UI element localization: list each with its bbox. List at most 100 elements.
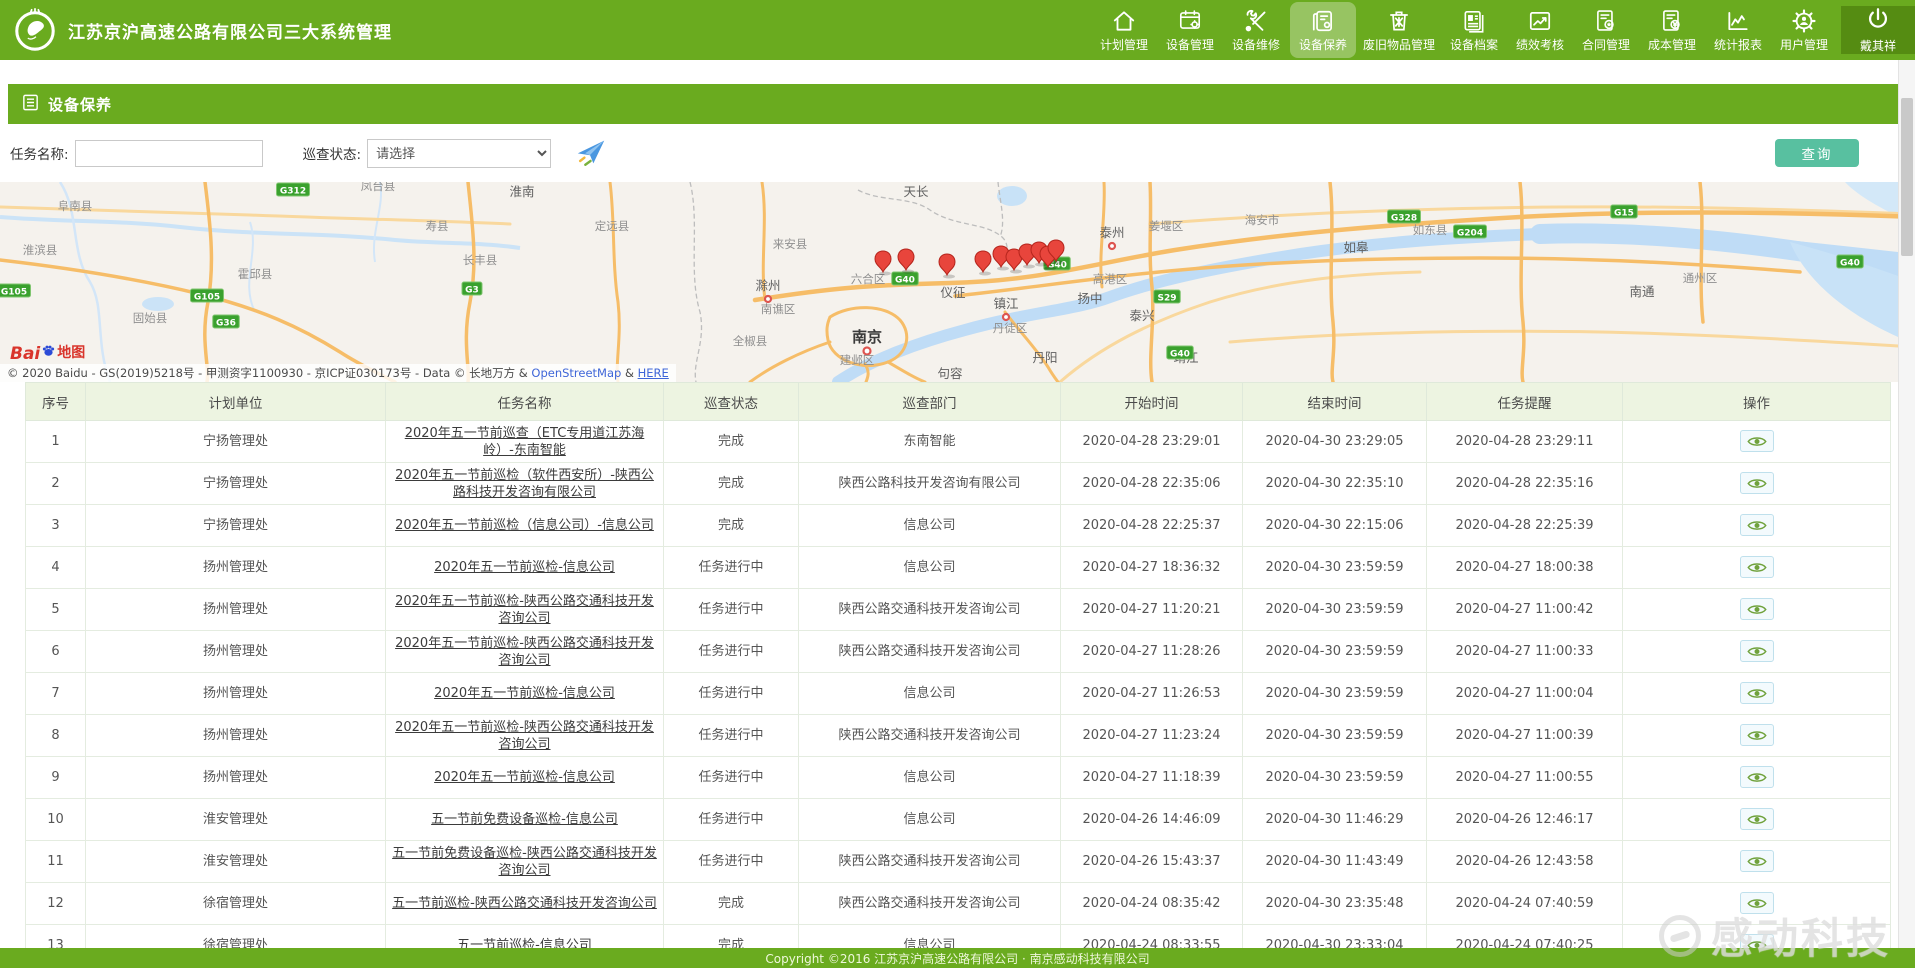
task-name-link[interactable]: 五一节前免费设备巡检-陕西公路交通科技开发咨询公司 — [392, 846, 657, 878]
view-detail-eye-button[interactable] — [1740, 892, 1774, 914]
main-nav: 计划管理设备管理设备维修设备保养废旧物品管理设备档案绩效考核合同管理成本管理统计… — [1091, 0, 1837, 60]
patrol-status-select[interactable]: 请选择 — [367, 139, 551, 168]
cell-action — [1623, 589, 1891, 631]
nav-item-设备保养[interactable]: 设备保养 — [1290, 2, 1356, 58]
cell-status: 任务进行中 — [664, 841, 799, 883]
brand: 江苏京沪高速公路有限公司三大系统管理 — [12, 7, 392, 53]
cell-no: 10 — [26, 799, 86, 841]
baidu-map[interactable]: 阜南县淮滨县凤台县淮南寿县长丰县定远县霍邱县固始县来安县天长滁州南谯区全椒县六合… — [0, 182, 1915, 382]
map-pin-icon[interactable] — [939, 254, 955, 279]
task-name-label: 任务名称: — [10, 143, 69, 163]
task-name-link[interactable]: 五一节前巡检-信息公司 — [457, 938, 592, 948]
cell-unit: 扬州管理处 — [86, 589, 386, 631]
nav-user-logout[interactable]: 戴其祥 — [1841, 6, 1915, 54]
view-detail-eye-button[interactable] — [1740, 430, 1774, 452]
view-detail-eye-button[interactable] — [1740, 850, 1774, 872]
column-header-action: 操作 — [1623, 383, 1891, 421]
baidu-paw-icon — [41, 343, 56, 362]
task-name-link[interactable]: 2020年五一节前巡检-信息公司 — [434, 770, 615, 785]
cell-no: 3 — [26, 505, 86, 547]
cell-end: 2020-04-30 23:59:59 — [1243, 631, 1427, 673]
cell-status: 完成 — [664, 421, 799, 463]
cell-end: 2020-04-30 11:43:49 — [1243, 841, 1427, 883]
scrollbar-thumb[interactable] — [1901, 98, 1913, 256]
task-name-link[interactable]: 2020年五一节前巡检-信息公司 — [434, 686, 615, 701]
cell-status: 完成 — [664, 883, 799, 925]
cell-task: 五一节前巡检-陕西公路交通科技开发咨询公司 — [386, 883, 664, 925]
map-label: 句容 — [937, 366, 962, 381]
nav-item-用户管理[interactable]: 用户管理 — [1771, 0, 1837, 60]
baidu-logo-text-left: Bai — [10, 346, 40, 362]
view-detail-eye-button[interactable] — [1740, 472, 1774, 494]
view-detail-eye-button[interactable] — [1740, 724, 1774, 746]
contract-star-icon — [1593, 8, 1619, 34]
query-button[interactable]: 查询 — [1775, 139, 1859, 167]
view-detail-eye-button[interactable] — [1740, 556, 1774, 578]
task-name-link[interactable]: 2020年五一节前巡查（ETC专用道江苏海岭）-东南智能 — [405, 426, 645, 458]
cell-unit: 扬州管理处 — [86, 715, 386, 757]
task-name-link[interactable]: 2020年五一节前巡检-信息公司 — [434, 560, 615, 575]
table-row: 4扬州管理处2020年五一节前巡检-信息公司任务进行中信息公司2020-04-2… — [26, 547, 1891, 589]
nav-item-统计报表[interactable]: 统计报表 — [1705, 0, 1771, 60]
task-name-link[interactable]: 2020年五一节前巡检-陕西公路交通科技开发咨询公司 — [395, 636, 654, 668]
nav-item-设备管理[interactable]: 设备管理 — [1157, 0, 1223, 60]
cell-unit: 扬州管理处 — [86, 757, 386, 799]
task-name-link[interactable]: 五一节前免费设备巡检-信息公司 — [431, 812, 618, 827]
cell-dept: 信息公司 — [799, 673, 1061, 715]
task-name-link[interactable]: 五一节前巡检-陕西公路交通科技开发咨询公司 — [392, 896, 657, 911]
view-detail-eye-button[interactable] — [1740, 514, 1774, 536]
nav-item-设备档案[interactable]: 设备档案 — [1441, 0, 1507, 60]
view-detail-eye-button[interactable] — [1740, 808, 1774, 830]
nav-item-合同管理[interactable]: 合同管理 — [1573, 0, 1639, 60]
osm-link[interactable]: OpenStreetMap — [531, 366, 621, 380]
view-detail-eye-button[interactable] — [1740, 766, 1774, 788]
cell-no: 1 — [26, 421, 86, 463]
map-label: 长丰县 — [463, 253, 498, 267]
cell-remind: 2020-04-24 07:40:59 — [1427, 883, 1623, 925]
paper-plane-icon[interactable] — [573, 135, 609, 171]
map-label: 仪征 — [940, 285, 966, 300]
cell-start: 2020-04-27 11:26:53 — [1061, 673, 1243, 715]
cell-unit: 淮安管理处 — [86, 841, 386, 883]
task-name-input[interactable] — [75, 140, 263, 167]
nav-item-废旧物品管理[interactable]: 废旧物品管理 — [1357, 0, 1441, 60]
page: 江苏京沪高速公路有限公司三大系统管理 计划管理设备管理设备维修设备保养废旧物品管… — [0, 0, 1915, 968]
here-link[interactable]: HERE — [638, 366, 669, 380]
page-header-bar: 设备保养 — [8, 84, 1907, 124]
map-label: 高港区 — [1093, 272, 1128, 286]
map-pin-icon[interactable] — [898, 249, 914, 274]
cell-unit: 宁扬管理处 — [86, 421, 386, 463]
search-toolbar: 任务名称: 巡查状态: 请选择 查询 — [0, 124, 1915, 182]
cell-dept: 信息公司 — [799, 547, 1061, 589]
nav-item-计划管理[interactable]: 计划管理 — [1091, 0, 1157, 60]
cell-remind: 2020-04-27 11:00:39 — [1427, 715, 1623, 757]
map-pin-icon[interactable] — [975, 251, 991, 276]
cell-dept: 信息公司 — [799, 505, 1061, 547]
task-name-link[interactable]: 2020年五一节前巡检（信息公司）-信息公司 — [395, 518, 654, 533]
cell-remind: 2020-04-27 11:00:33 — [1427, 631, 1623, 673]
task-name-link[interactable]: 2020年五一节前巡检-陕西公路交通科技开发咨询公司 — [395, 594, 654, 626]
cell-start: 2020-04-27 11:20:21 — [1061, 589, 1243, 631]
svg-text:G105: G105 — [194, 293, 220, 303]
vertical-scrollbar[interactable] — [1898, 60, 1915, 948]
nav-item-设备维修[interactable]: 设备维修 — [1223, 0, 1289, 60]
view-detail-eye-button[interactable] — [1740, 934, 1774, 948]
cell-task: 2020年五一节前巡检-信息公司 — [386, 547, 664, 589]
cell-action — [1623, 841, 1891, 883]
copyright-footer: Copyright ©2016 江苏京沪高速公路有限公司 · 南京感动科技有限公… — [0, 948, 1915, 968]
cell-end: 2020-04-30 22:35:10 — [1243, 463, 1427, 505]
map-label: 通州区 — [1683, 271, 1718, 285]
nav-item-成本管理[interactable]: 成本管理 — [1639, 0, 1705, 60]
cell-no: 6 — [26, 631, 86, 673]
view-detail-eye-button[interactable] — [1740, 682, 1774, 704]
cell-start: 2020-04-26 14:46:09 — [1061, 799, 1243, 841]
task-name-link[interactable]: 2020年五一节前巡检（软件西安所）-陕西公路科技开发咨询有限公司 — [395, 468, 654, 500]
view-detail-eye-button[interactable] — [1740, 640, 1774, 662]
nav-item-绩效考核[interactable]: 绩效考核 — [1507, 0, 1573, 60]
view-detail-eye-button[interactable] — [1740, 598, 1774, 620]
cell-no: 2 — [26, 463, 86, 505]
task-name-link[interactable]: 2020年五一节前巡检-陕西公路交通科技开发咨询公司 — [395, 720, 654, 752]
archive-docs-icon — [1461, 8, 1487, 34]
cell-task: 2020年五一节前巡检-陕西公路交通科技开发咨询公司 — [386, 631, 664, 673]
cell-start: 2020-04-28 22:35:06 — [1061, 463, 1243, 505]
